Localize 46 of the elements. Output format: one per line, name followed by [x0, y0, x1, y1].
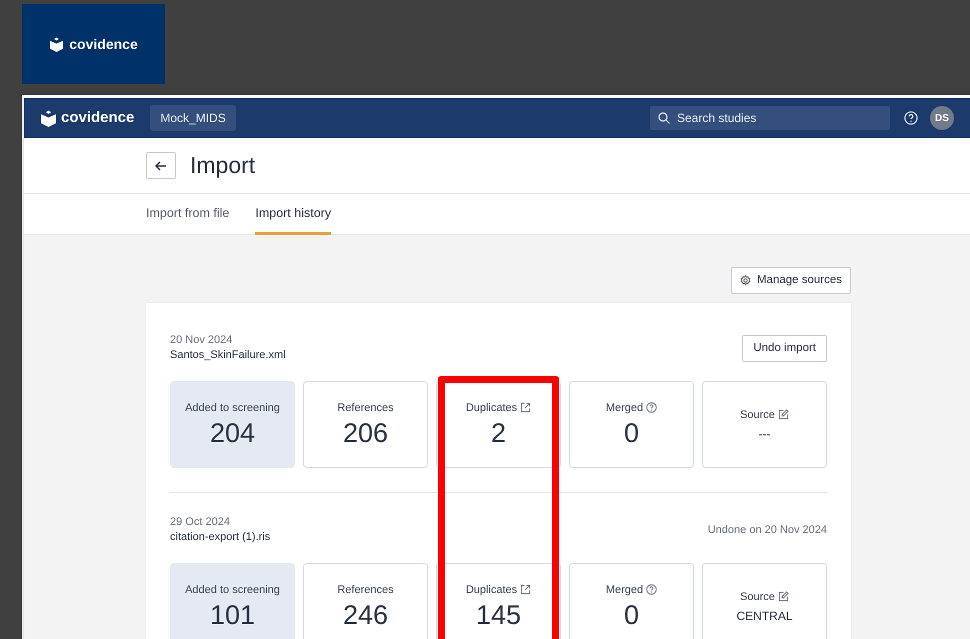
help-icon[interactable]	[646, 402, 658, 414]
stat-value: 145	[476, 599, 522, 632]
search-field[interactable]: Search studies	[650, 106, 890, 130]
app-logo[interactable]: covidence	[40, 106, 134, 130]
external-link-icon[interactable]	[520, 584, 532, 596]
page-title: Import	[190, 152, 256, 180]
stat-value: 206	[342, 417, 388, 450]
stat-label: Merged	[606, 400, 644, 416]
user-avatar[interactable]: DS	[930, 106, 954, 130]
back-button[interactable]	[146, 152, 176, 179]
stat-value: 2	[490, 417, 506, 450]
tab[interactable]: Import from file	[146, 194, 230, 235]
settings-icon	[740, 275, 751, 286]
tab[interactable]: Import history	[255, 194, 332, 235]
brand-logo: covidence	[22, 4, 165, 84]
manage-sources-button[interactable]: Manage sources	[730, 267, 851, 294]
stat-label: Added to screening	[185, 400, 280, 416]
project-button[interactable]: Mock_MIDS	[150, 105, 236, 131]
stat-value: ---	[758, 426, 770, 443]
stat-label: References	[337, 400, 394, 416]
stat-label: Duplicates	[466, 582, 518, 598]
stat-label: Merged	[606, 582, 644, 598]
file-name: Santos_SkinFailure.xml	[170, 348, 286, 364]
import-date: 20 Nov 2024	[170, 333, 234, 348]
edit-icon[interactable]	[778, 591, 789, 602]
stat-value: 101	[210, 599, 256, 632]
stat-value: CENTRAL	[736, 608, 792, 625]
stat-label: Source	[740, 590, 775, 604]
stat-label: Source	[740, 408, 775, 422]
stat-value: 204	[210, 417, 256, 450]
external-link-icon[interactable]	[520, 402, 532, 414]
logo-icon	[40, 110, 57, 126]
undo-import-button[interactable]: Undo import	[742, 334, 827, 362]
back-arrow-icon	[155, 160, 167, 170]
help-icon[interactable]	[646, 584, 658, 596]
stat-value: 0	[624, 417, 640, 450]
stat-label: Added to screening	[185, 582, 280, 598]
stat-value: 246	[342, 599, 388, 632]
logo-icon	[49, 36, 64, 52]
stat-value: 0	[624, 599, 640, 632]
edit-icon[interactable]	[778, 409, 789, 420]
file-name: citation-export (1).ris	[170, 530, 270, 546]
stat-label: References	[337, 582, 394, 598]
import-date: 29 Oct 2024	[170, 515, 231, 530]
stat-label: Duplicates	[466, 400, 518, 416]
undone-note: Undone on 20 Nov 2024	[708, 523, 827, 538]
